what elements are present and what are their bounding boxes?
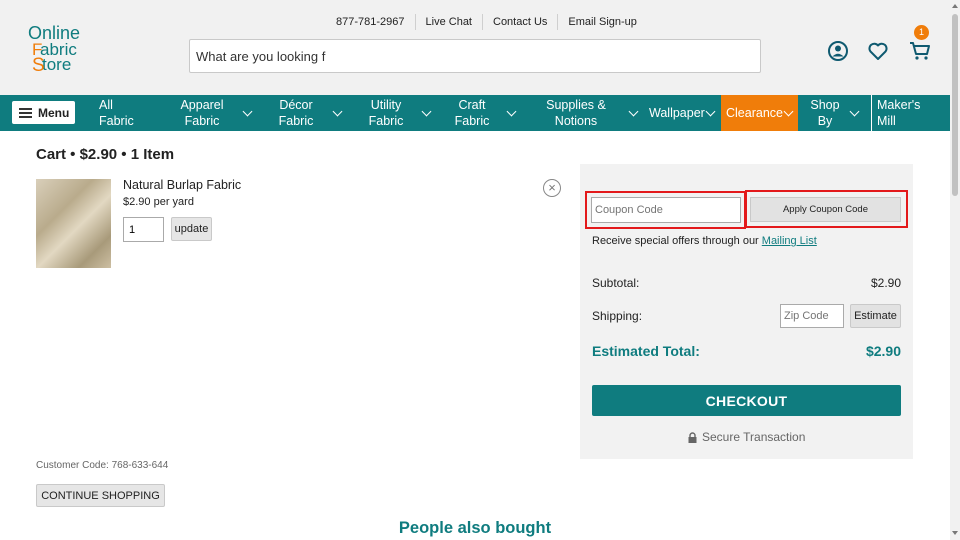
nav-makers-mill[interactable]: Maker's Mill	[871, 95, 950, 131]
zip-code-input[interactable]	[780, 304, 844, 328]
scroll-up-arrow-icon[interactable]	[952, 4, 958, 8]
nav-craft-fabric[interactable]: Craft Fabric	[452, 95, 492, 131]
nav-wallpaper[interactable]: Wallpaper	[649, 95, 716, 131]
svg-text:S: S	[32, 55, 45, 76]
contact-us-link[interactable]: Contact Us	[482, 14, 557, 30]
product-image[interactable]	[36, 179, 111, 268]
continue-shopping-button[interactable]: CONTINUE SHOPPING	[36, 484, 165, 507]
checkout-button[interactable]: CHECKOUT	[592, 385, 901, 416]
nav-label: Apparel	[180, 98, 224, 112]
menu-button[interactable]: Menu	[12, 101, 75, 124]
search-input[interactable]	[189, 39, 761, 73]
people-also-bought-heading: People also bought	[398, 519, 552, 537]
nav-label: Clearance	[726, 106, 783, 120]
nav-label: Fabric	[99, 114, 134, 128]
remove-item-icon[interactable]: ×	[543, 179, 561, 197]
chevron-down-icon	[705, 106, 716, 117]
main-nav: Menu All Fabric Apparel Fabric Décor Fabric…	[0, 95, 950, 131]
nav-label: Wallpaper	[649, 106, 705, 120]
quantity-input[interactable]	[123, 217, 164, 242]
cart-count-badge: 1	[914, 25, 929, 40]
chevron-down-icon	[628, 95, 639, 131]
cart-title: Cart • $2.90 • 1 Item	[36, 146, 175, 163]
top-links: 877-781-2967 Live Chat Contact Us Email …	[326, 14, 647, 30]
nav-label: All	[99, 98, 113, 112]
nav-label: Maker's	[877, 98, 921, 112]
customer-code: Customer Code: 768-633-644	[36, 460, 169, 471]
nav-label: Fabric	[184, 114, 220, 128]
chevron-down-icon	[421, 95, 432, 131]
nav-label: By	[817, 114, 833, 128]
site-header: Online abric F tore S 877-781-2967 Live …	[0, 0, 950, 95]
nav-label: Décor	[279, 98, 313, 112]
nav-label: Notions	[554, 114, 598, 128]
nav-label: Utility	[370, 98, 402, 112]
subtotal-value: $2.90	[870, 276, 901, 290]
lock-icon	[688, 431, 697, 443]
special-offers-text: Receive special offers through our Maili…	[592, 235, 817, 247]
chevron-down-icon	[849, 95, 860, 131]
product-name[interactable]: Natural Burlap Fabric	[123, 178, 241, 192]
product-price: $2.90 per yard	[123, 196, 194, 208]
secure-label: Secure Transaction	[702, 430, 806, 444]
chevron-down-icon	[506, 95, 517, 131]
heart-icon[interactable]	[867, 40, 889, 62]
nav-utility-fabric[interactable]: Utility Fabric	[366, 95, 406, 131]
cart-icon[interactable]	[909, 40, 931, 62]
estimated-total-value: $2.90	[865, 343, 901, 359]
mailing-list-link[interactable]: Mailing List	[762, 235, 817, 247]
nav-label: Shop	[810, 98, 840, 112]
chevron-down-icon	[242, 95, 253, 131]
nav-label: Supplies &	[546, 98, 606, 112]
nav-all-fabric[interactable]: All Fabric	[99, 95, 141, 131]
nav-apparel-fabric[interactable]: Apparel Fabric	[178, 95, 226, 131]
hamburger-icon	[19, 107, 32, 118]
nav-clearance[interactable]: Clearance	[721, 95, 798, 131]
nav-label: Craft	[458, 98, 486, 112]
update-button[interactable]: update	[171, 217, 212, 241]
nav-decor-fabric[interactable]: Décor Fabric	[276, 95, 316, 131]
menu-label: Menu	[38, 105, 70, 120]
email-signup-link[interactable]: Email Sign-up	[557, 14, 646, 30]
coupon-code-input[interactable]	[591, 197, 741, 223]
live-chat-link[interactable]: Live Chat	[414, 14, 482, 30]
offers-label: Receive special offers through our	[592, 235, 762, 247]
nav-label: Fabric	[368, 114, 404, 128]
shipping-label: Shipping:	[592, 309, 643, 323]
estimated-total-label: Estimated Total:	[592, 343, 700, 359]
chevron-down-icon	[783, 106, 794, 117]
online-fabric-store-logo[interactable]: Online abric F tore S	[28, 22, 94, 76]
nav-label: Mill	[877, 114, 896, 128]
nav-shop-by[interactable]: Shop By	[808, 95, 842, 131]
estimate-button[interactable]: Estimate	[850, 304, 901, 328]
account-icon[interactable]	[827, 40, 849, 62]
scroll-down-arrow-icon[interactable]	[952, 531, 958, 535]
secure-transaction: Secure Transaction	[688, 430, 805, 444]
nav-label: Fabric	[454, 114, 490, 128]
nav-supplies-notions[interactable]: Supplies & Notions	[544, 95, 608, 131]
nav-label: Fabric	[278, 114, 314, 128]
chevron-down-icon	[332, 95, 343, 131]
subtotal-label: Subtotal:	[592, 276, 640, 290]
apply-coupon-button[interactable]: Apply Coupon Code	[750, 197, 901, 222]
phone-link[interactable]: 877-781-2967	[326, 14, 415, 30]
scrollbar-thumb[interactable]	[952, 14, 958, 196]
svg-text:tore: tore	[42, 55, 71, 74]
